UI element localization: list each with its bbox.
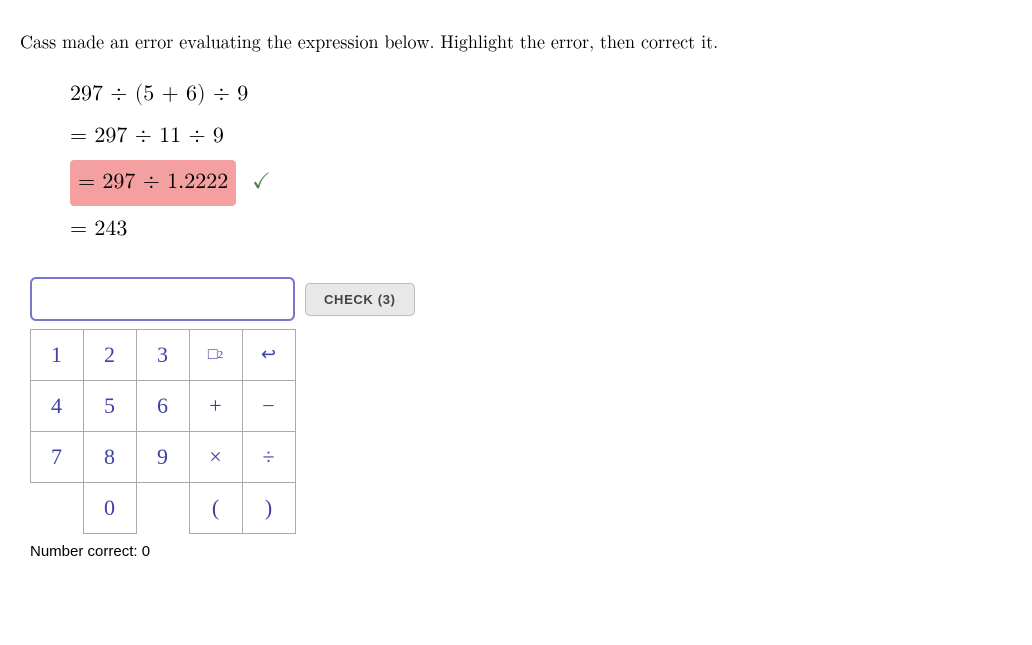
input-area: CHECK (3) <box>30 277 1012 321</box>
math-expr-2: = 297 ÷ 11 ÷ 9 <box>70 117 224 157</box>
key-empty-1 <box>30 482 84 534</box>
check-button[interactable]: CHECK (3) <box>305 283 415 316</box>
key-8[interactable]: 8 <box>83 431 137 483</box>
keypad-row-4: 0 ( ) <box>30 482 1012 533</box>
answer-input[interactable] <box>30 277 295 321</box>
key-divide[interactable]: ÷ <box>242 431 296 483</box>
instruction-text: Cass made an error evaluating the expres… <box>20 30 1012 57</box>
key-square[interactable]: □2 <box>189 329 243 381</box>
key-7[interactable]: 7 <box>30 431 84 483</box>
key-4[interactable]: 4 <box>30 380 84 432</box>
keypad-row-2: 4 5 6 + − <box>30 380 1012 431</box>
number-correct: Number correct: 0 <box>30 543 1012 560</box>
key-5[interactable]: 5 <box>83 380 137 432</box>
math-line-4: = 243 <box>70 210 1012 250</box>
keypad: 1 2 3 □2 ↩ 4 5 6 + − 7 8 9 × ÷ 0 ( ) <box>30 329 1012 533</box>
key-backspace[interactable]: ↩ <box>242 329 296 381</box>
math-expr-3-highlighted: = 297 ÷ 1.2222 <box>70 160 236 206</box>
keypad-row-3: 7 8 9 × ÷ <box>30 431 1012 482</box>
math-expr-1: 297 ÷ (5 + 6) ÷ 9 <box>70 75 248 115</box>
math-block: 297 ÷ (5 + 6) ÷ 9 = 297 ÷ 11 ÷ 9 = 297 ÷… <box>70 75 1012 249</box>
key-6[interactable]: 6 <box>136 380 190 432</box>
math-line-1: 297 ÷ (5 + 6) ÷ 9 <box>70 75 1012 115</box>
key-open-paren[interactable]: ( <box>189 482 243 534</box>
keypad-row-1: 1 2 3 □2 ↩ <box>30 329 1012 380</box>
key-plus[interactable]: + <box>189 380 243 432</box>
math-expr-4: = 243 <box>70 210 127 250</box>
key-empty-2 <box>136 482 190 534</box>
key-2[interactable]: 2 <box>83 329 137 381</box>
key-minus[interactable]: − <box>242 380 296 432</box>
math-line-3: = 297 ÷ 1.2222 ✓ <box>70 158 1012 208</box>
checkmark-icon: ✓ <box>252 163 270 203</box>
key-close-paren[interactable]: ) <box>242 482 296 534</box>
key-0[interactable]: 0 <box>83 482 137 534</box>
key-multiply[interactable]: × <box>189 431 243 483</box>
math-line-2: = 297 ÷ 11 ÷ 9 <box>70 117 1012 157</box>
key-3[interactable]: 3 <box>136 329 190 381</box>
key-1[interactable]: 1 <box>30 329 84 381</box>
key-9[interactable]: 9 <box>136 431 190 483</box>
